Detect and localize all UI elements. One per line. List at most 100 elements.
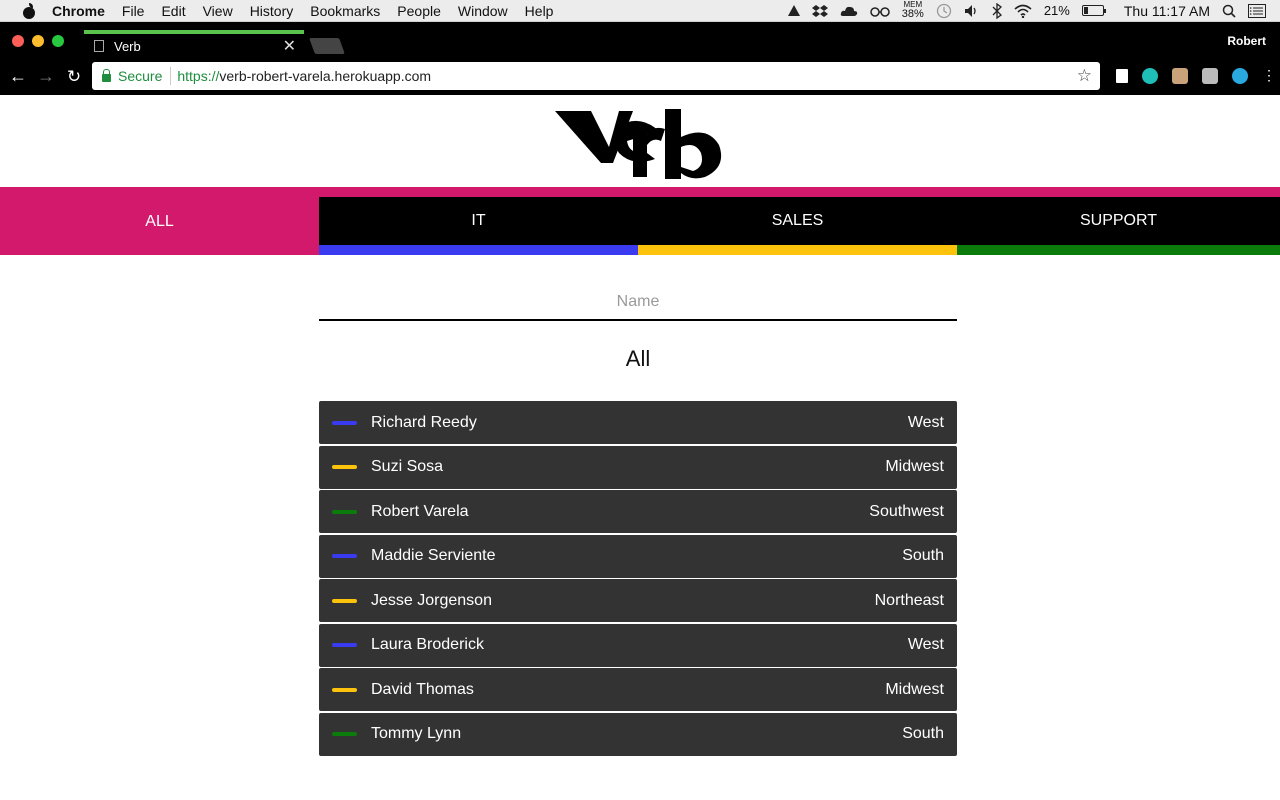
department-color-dash [332,465,357,469]
list-item[interactable]: Suzi Sosa Midwest [319,445,957,489]
browser-tab-strip: Verb ✕ Robert [0,22,1280,58]
battery-percent: 21% [1043,3,1070,18]
tab-sales[interactable]: SALES [638,197,957,255]
department-color-dash [332,687,357,692]
cloud-icon[interactable] [840,4,858,18]
os-menu-bar: Chrome File Edit View History Bookmarks … [0,0,1280,22]
list-heading: All [625,346,651,371]
person-region: Northeast [874,591,944,609]
person-name: Suzi Sosa [371,458,444,475]
spotlight-search-icon[interactable] [1222,4,1236,18]
department-color-dash [332,554,357,558]
person-name: Richard Reedy [371,413,477,431]
browser-toolbar: ← → ↻ Secure https:// verb-robert-varela… [0,58,1280,95]
zoom-window-button[interactable] [52,35,64,47]
bluetooth-icon[interactable] [992,2,1002,19]
momentum-extension-icon[interactable] [1142,68,1158,84]
department-color-dash [332,420,357,425]
department-color-dash [332,643,357,647]
chrome-menu-icon[interactable]: ⋮ [1262,68,1276,84]
tab-support-label: SUPPORT [1079,212,1158,229]
person-name: Tommy Lynn [371,725,462,742]
menu-file[interactable]: File [122,3,145,19]
person-region: South [902,547,944,564]
secure-label[interactable]: Secure [118,68,162,84]
list-item[interactable]: Tommy Lynn South [319,712,957,756]
battery-icon[interactable] [1081,5,1106,16]
volume-icon[interactable] [964,4,980,18]
tab-all-label: ALL [145,213,174,230]
list-item[interactable]: David Thomas Midwest [319,668,957,711]
department-tabs: ALL IT SALES SUPPORT [0,197,1280,255]
person-name: Laura Broderick [371,636,484,653]
menu-app-name[interactable]: Chrome [52,3,105,19]
list-item[interactable]: Richard Reedy West [319,401,957,444]
people-list: Richard Reedy West Suzi Sosa Midwest Robert … [319,401,957,757]
close-tab-icon[interactable]: ✕ [283,36,296,56]
memory-indicator[interactable]: MEM 38% [902,1,924,20]
notification-center-icon[interactable] [1248,3,1266,18]
browser-tab[interactable]: Verb ✕ [84,30,304,58]
url-host: verb-robert-varela.herokuapp.com [219,68,432,84]
tab-sales-color-bar [638,245,957,255]
url-scheme: https:// [177,68,220,84]
new-tab-button[interactable] [309,38,345,54]
tab-support[interactable]: SUPPORT [957,197,1280,255]
person-name: Maddie Serviente [371,547,496,564]
address-divider [170,67,172,85]
tab-it-color-bar [319,245,638,255]
dropbox-icon[interactable] [811,4,828,18]
person-name: Robert Varela [371,502,469,520]
person-region: Southwest [869,502,944,520]
list-item[interactable]: Laura Broderick West [319,623,957,667]
menu-view[interactable]: View [203,3,233,19]
department-color-dash [332,509,357,514]
tab-it[interactable]: IT [319,197,638,255]
person-name: Jesse Jorgenson [371,591,492,609]
glasses-icon[interactable] [870,5,890,17]
reload-icon[interactable]: ↻ [60,67,88,87]
person-region: Midwest [885,680,944,698]
department-color-dash [332,598,357,603]
list-item[interactable]: Jesse Jorgenson Northeast [319,579,957,622]
wifi-icon[interactable] [1014,4,1032,18]
window-controls [12,35,64,47]
name-filter-input[interactable] [319,285,957,321]
bookmark-star-icon[interactable]: ☆ [1077,66,1092,86]
tab-all[interactable]: ALL [0,197,319,255]
menu-edit[interactable]: Edit [161,3,185,19]
avatar-extension-icon[interactable] [1172,68,1188,84]
grid-extension-icon[interactable] [1202,68,1218,84]
menu-history[interactable]: History [250,3,294,19]
person-region: South [902,725,944,742]
close-window-button[interactable] [12,35,24,47]
profile-button[interactable]: Robert [1227,34,1266,48]
list-item[interactable]: Robert Varela Southwest [319,490,957,533]
menu-help[interactable]: Help [525,3,554,19]
forward-arrow-icon[interactable]: → [32,66,60,87]
time-machine-icon[interactable] [936,3,952,19]
page-icon [94,40,104,52]
minimize-window-button[interactable] [32,35,44,47]
tab-sales-label: SALES [771,212,824,229]
lock-icon [102,68,111,82]
accent-stripe [0,187,1280,197]
tab-it-label: IT [471,212,486,229]
address-bar[interactable]: Secure https:// verb-robert-varela.herok… [92,62,1100,90]
extensions-area: ⋮ [1116,68,1276,84]
back-arrow-icon[interactable]: ← [4,66,32,87]
list-item[interactable]: Maddie Serviente South [319,534,957,578]
menu-window[interactable]: Window [458,3,508,19]
drive-icon[interactable] [787,5,800,16]
person-region: Midwest [885,458,944,475]
clock[interactable]: Thu 11:17 AM [1124,3,1210,19]
apple-logo-icon[interactable] [22,2,36,19]
reader-extension-icon[interactable] [1116,69,1128,83]
tab-support-color-bar [957,245,1280,255]
person-region: West [907,636,944,653]
menu-people[interactable]: People [397,3,441,19]
sync-extension-icon[interactable] [1232,68,1248,84]
department-color-dash [332,732,357,736]
verb-logo [555,109,722,179]
menu-bookmarks[interactable]: Bookmarks [310,3,380,19]
